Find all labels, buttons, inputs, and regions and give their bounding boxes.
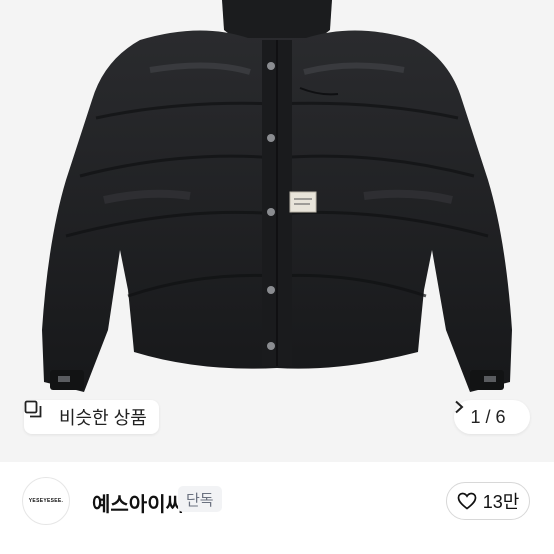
heart-icon	[457, 492, 477, 510]
similar-products-label: 비슷한 상품	[59, 408, 147, 428]
like-button[interactable]: 13만	[446, 482, 530, 520]
like-count: 13만	[482, 492, 520, 512]
product-image-gallery[interactable]: 비슷한 상품 1 / 6	[0, 0, 554, 462]
image-counter-text: 1 / 6	[470, 407, 505, 428]
image-counter[interactable]: 1 / 6	[454, 400, 530, 434]
exclusive-badge: 단독	[178, 486, 222, 512]
product-image	[42, 0, 512, 393]
similar-products-button[interactable]: 비슷한 상품	[24, 400, 159, 434]
image-current: 1	[470, 406, 481, 427]
seller-row: YESEYESEE. 예스아이씨 단독 13만	[0, 462, 554, 554]
seller-logo: YESEYESEE.	[28, 498, 64, 504]
seller-name[interactable]: 예스아이씨	[92, 488, 184, 517]
seller-avatar[interactable]: YESEYESEE.	[22, 477, 70, 525]
image-total: 6	[495, 406, 506, 427]
image-separator: /	[485, 406, 491, 427]
similar-items-icon	[24, 400, 52, 426]
